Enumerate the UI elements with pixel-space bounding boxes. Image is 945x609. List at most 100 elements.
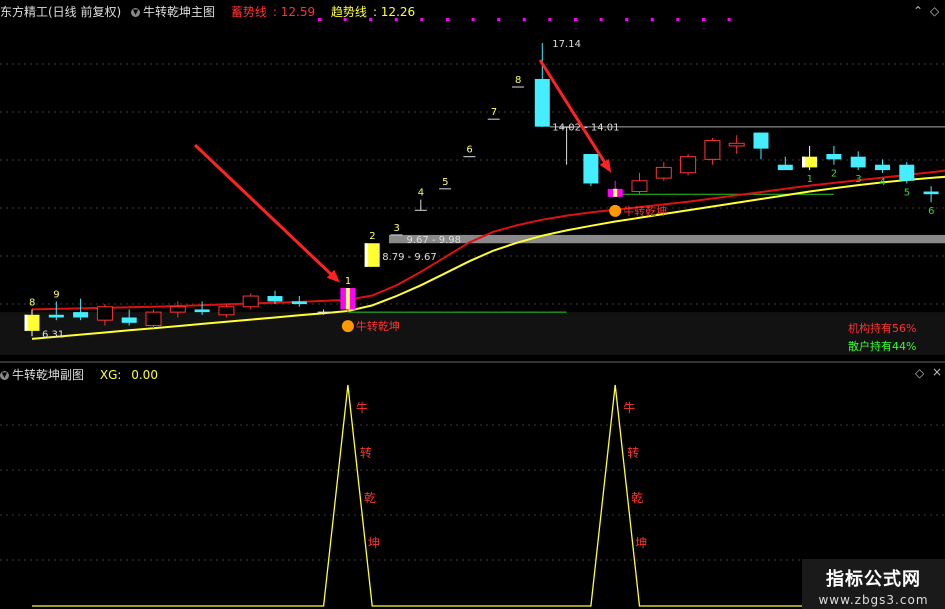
candle-body-8 [218, 306, 235, 316]
xg-peak-text-2-2: 乾 [364, 491, 376, 505]
candle-37 [923, 186, 939, 203]
watermark: 指标公式网 www.zbgs3.com [802, 559, 945, 609]
candle-body-5 [145, 311, 162, 327]
candle-21 [534, 43, 550, 127]
xg-label: XG: [99, 368, 122, 382]
signal-text-1: 牛转乾坤 [623, 204, 667, 218]
xg-legend: XG: 0.00 [100, 368, 164, 382]
top-dot-5 [446, 18, 449, 21]
trend-line-name: 趋势线 [330, 5, 367, 19]
candle-body-4 [121, 317, 137, 323]
xg-peak-text-5-2: 乾 [631, 491, 643, 505]
signal-text-0: 牛转乾坤 [356, 319, 400, 333]
watermark-name: 指标公式网 [826, 569, 921, 590]
candle-body-9 [242, 295, 259, 308]
count-label-9: 8 [515, 75, 521, 86]
candle-body-30 [753, 132, 769, 149]
candle-edge-14 [364, 243, 368, 267]
candle-33 [826, 145, 842, 165]
candle-body-2 [73, 312, 89, 318]
sub-panel-grid [0, 424, 945, 561]
candle-23 [583, 154, 599, 187]
arrow-shaft-0 [193, 143, 334, 277]
indicator-menu[interactable]: ▼ 牛转乾坤主图 [131, 5, 221, 19]
top-dot-16 [727, 18, 731, 21]
count-label-6: 5 [442, 177, 448, 188]
candle-body-10 [267, 296, 283, 302]
candle-body-23 [583, 154, 599, 184]
candle-body-25 [631, 180, 648, 193]
base-band [0, 312, 945, 355]
chevron-down-icon: ▼ [131, 8, 141, 17]
candle-25 [631, 172, 648, 195]
chart-canvas: 891234567812345676.318.79 - 9.679.67 - 9… [0, 18, 945, 607]
count-label-8: 7 [491, 107, 497, 118]
signal-marker-0 [341, 320, 354, 333]
chevron-down-icon: ▼ [0, 371, 9, 380]
count-label-11: 2 [831, 169, 837, 180]
trend-line-legend: 趋势线: 12.26 [330, 5, 416, 19]
sub-diamond-icon[interactable]: ◇ [915, 366, 924, 380]
candle-body-31 [777, 164, 793, 171]
sub-header: ▼ 牛转乾坤副图 XG: 0.00 [0, 366, 170, 386]
candle-body-33 [826, 154, 842, 160]
candle-body-27 [680, 156, 697, 174]
diamond-icon[interactable]: ◇ [930, 4, 939, 18]
top-dot-7 [497, 18, 501, 21]
candle-9 [242, 293, 259, 310]
candle-31 [777, 156, 793, 171]
xg-peak-text-2-0: 牛 [356, 400, 368, 415]
candle-16 [414, 199, 427, 211]
price-label-0: 6.31 [42, 329, 64, 340]
candle-body-29 [728, 142, 745, 147]
sub-indicator-menu[interactable]: ▼ 牛转乾坤副图 [0, 368, 90, 382]
candle-body-21 [534, 78, 550, 127]
candle-5 [145, 309, 162, 329]
candle-body-1 [48, 314, 64, 318]
top-dot-13 [650, 18, 654, 21]
main-header: 东方精工(日线 前复权) ▼ 牛转乾坤主图 蓄势线: 12.59 趋势线: 12.… [0, 3, 427, 23]
xg-peak-text-5-3: 坤 [635, 535, 647, 550]
candle-34 [850, 151, 866, 171]
candle-body-34 [850, 156, 866, 168]
candle-29 [728, 135, 745, 154]
main-panel: 891234567812345676.318.79 - 9.679.67 - 9… [0, 39, 945, 355]
candle-35 [875, 159, 890, 173]
candle-body-11 [291, 301, 307, 305]
count-label-0: 8 [29, 297, 35, 308]
candle-32 [802, 145, 818, 171]
candle-26 [655, 162, 672, 181]
candle-core-24 [613, 188, 618, 197]
candle-body-36 [899, 164, 915, 181]
top-dot-12 [625, 18, 629, 21]
xg-peak-text-2-3: 坤 [368, 535, 380, 550]
price-label-2: 9.67 - 9.98 [407, 235, 462, 246]
watermark-url: www.zbgs3.com [818, 593, 929, 607]
count-label-7: 6 [466, 145, 472, 156]
close-icon[interactable]: × [932, 365, 942, 379]
candle-24 [607, 180, 623, 197]
signal-marker-1 [609, 204, 622, 217]
institution-holding: 机构持有56% [848, 322, 917, 335]
candle-core-13 [345, 288, 350, 310]
top-dot-9 [548, 18, 552, 21]
candle-body-3 [96, 306, 113, 321]
stock-title: 东方精工(日线 前复权) [0, 5, 122, 19]
price-label-1: 8.79 - 9.67 [382, 252, 437, 263]
count-label-15: 6 [928, 206, 934, 217]
candle-body-37 [923, 191, 939, 195]
accum-line-name: 蓄势线 [230, 5, 267, 19]
scroll-up-button[interactable]: ⌃ [913, 4, 923, 18]
count-label-14: 5 [904, 187, 910, 198]
xg-peak-text-2-1: 转 [360, 445, 372, 460]
xg-peak-text-5-0: 牛 [623, 400, 635, 415]
count-label-12: 3 [855, 174, 861, 185]
candle-body-28 [704, 140, 721, 160]
candle-edge-0 [24, 314, 28, 331]
candle-28 [704, 137, 721, 165]
candle-body-6 [169, 306, 186, 313]
accum-line-legend: 蓄势线: 12.59 [230, 5, 316, 19]
count-label-4: 3 [394, 223, 400, 234]
count-label-10: 1 [807, 174, 813, 185]
count-label-2: 1 [345, 276, 351, 287]
